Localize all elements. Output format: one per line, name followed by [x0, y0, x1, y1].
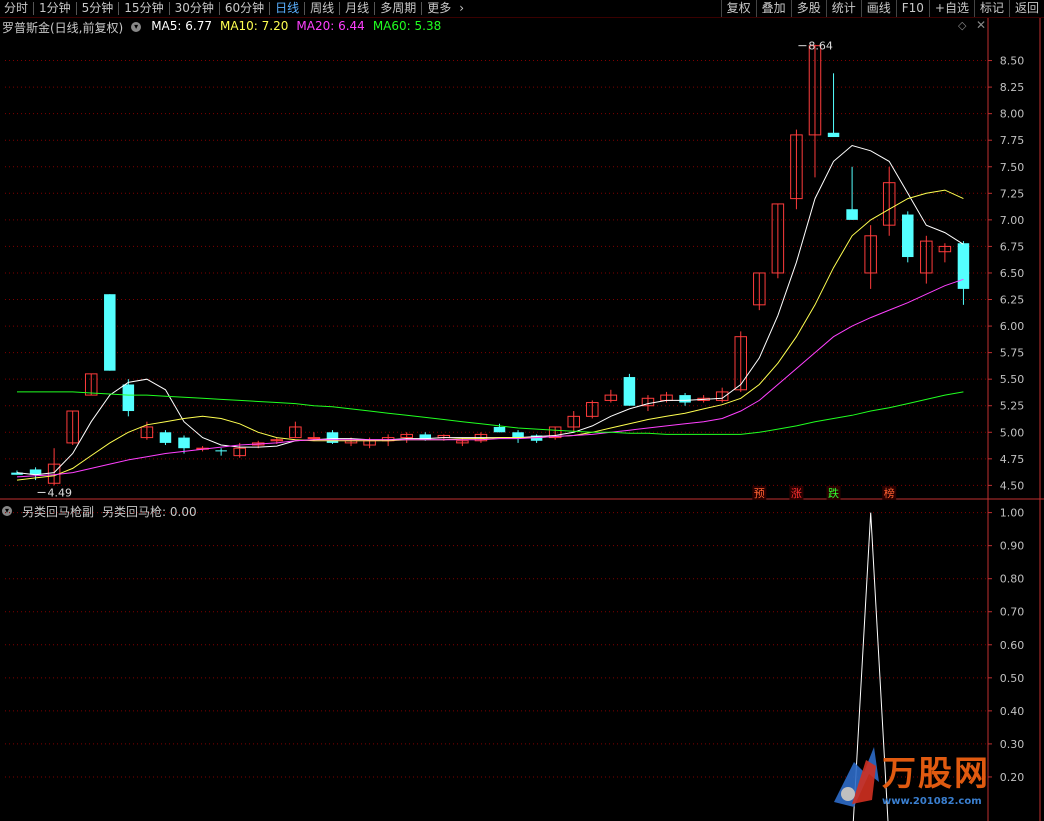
candle-body: [679, 395, 691, 403]
price-annotation: 8.64: [808, 40, 833, 53]
y-tick-label: 4.50: [1000, 479, 1025, 492]
candle-body: [104, 294, 116, 371]
candle-body: [307, 437, 321, 440]
y-tick-label: 6.25: [1000, 294, 1025, 307]
watermark-logo: 万股网: [882, 754, 990, 794]
candle-body: [493, 426, 506, 433]
y-tick-label: 0.60: [1000, 639, 1025, 652]
watermark-url: www.201082.com: [882, 796, 982, 807]
candle-body: [623, 377, 636, 406]
event-marker: 涨: [791, 487, 802, 500]
y-tick-label: 6.50: [1000, 267, 1025, 280]
candle-body: [122, 384, 135, 412]
y-tick-label: 5.00: [1000, 426, 1025, 439]
ma-line-ma5: [16, 144, 964, 476]
y-tick-label: 8.50: [1000, 55, 1025, 68]
candle-body: [846, 209, 858, 220]
ma-line-ma60: [17, 391, 964, 435]
y-tick-label: 0.50: [1000, 672, 1025, 685]
event-marker: 跌: [828, 486, 839, 500]
candle-body: [215, 450, 227, 452]
y-tick-label: 7.50: [1000, 161, 1025, 174]
y-tick-label: 7.00: [1000, 214, 1025, 227]
y-tick-label: 0.40: [1000, 705, 1025, 718]
candle-body: [159, 432, 172, 443]
y-tick-label: 0.70: [1000, 606, 1025, 619]
arrow-logo-icon: [834, 747, 879, 807]
watermark: 万股网 www.201082.com: [822, 742, 1022, 814]
y-tick-label: 1.00: [1000, 507, 1025, 520]
event-marker: 预: [754, 487, 765, 500]
ma-line-ma10: [16, 189, 964, 481]
y-tick-label: 5.25: [1000, 400, 1025, 413]
y-tick-label: 6.75: [1000, 240, 1025, 253]
y-tick-label: 4.75: [1000, 453, 1025, 466]
stock-chart[interactable]: 4.50 4.75 5.00 5.25 5.50 5.75 6.00 6.25 6.50 6.75…: [0, 0, 1044, 821]
event-marker: 榜: [884, 486, 895, 500]
ma-line-ma20: [16, 278, 964, 478]
y-tick-label: 7.75: [1000, 134, 1025, 147]
candle-body: [902, 214, 914, 258]
y-tick-label: 7.25: [1000, 187, 1025, 200]
candle-body: [512, 432, 524, 438]
y-tick-label: 5.75: [1000, 347, 1025, 360]
y-tick-label: 5.50: [1000, 373, 1025, 386]
y-tick-label: 8.25: [1000, 81, 1025, 94]
candle-body: [178, 437, 190, 449]
candle-body: [326, 432, 339, 443]
y-tick-label: 0.90: [1000, 540, 1025, 553]
candle-body: [957, 243, 970, 289]
price-annotation: 4.49: [48, 486, 73, 499]
y-tick-label: 8.00: [1000, 108, 1025, 121]
y-tick-label: 6.00: [1000, 320, 1025, 333]
y-tick-label: 0.80: [1000, 573, 1025, 586]
candle-body: [827, 132, 840, 138]
